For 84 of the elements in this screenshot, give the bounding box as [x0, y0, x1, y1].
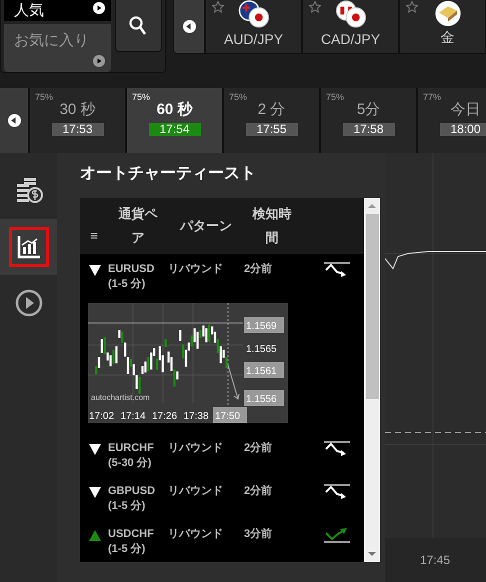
star-icon[interactable] — [309, 1, 321, 13]
detect-time: 2分前 — [244, 442, 272, 454]
pair-name: EURUSD — [108, 263, 154, 276]
column-header[interactable]: 通貨ペア — [116, 202, 160, 250]
pattern-row[interactable]: USDCHF (1-5 分) リバウンド 3分前 — [80, 519, 364, 562]
expiry-label: 30 秒 — [60, 100, 96, 119]
detect-time: 3分前 — [244, 528, 272, 540]
pair-name: USDCHF — [108, 528, 154, 540]
payout-label: 75% — [35, 92, 54, 102]
pattern-name: リバウンド — [168, 528, 223, 540]
column-header[interactable]: ≡ — [84, 224, 104, 248]
play-icon — [92, 2, 104, 14]
asset-label: 金 — [440, 29, 454, 47]
period-label: (5-30 分) — [108, 457, 152, 470]
coins-icon[interactable] — [14, 178, 42, 204]
period-label: (1-5 分) — [108, 500, 146, 512]
expiry-label: 5分 — [356, 100, 380, 119]
pattern-row[interactable]: EURUSD (1-5 分) リバウンド 2分前 — [80, 254, 364, 298]
pattern-name: リバウンド — [168, 442, 223, 454]
play-icon[interactable] — [14, 289, 42, 317]
pair-name: GBPUSD — [108, 485, 156, 498]
payout-label: 77% — [423, 92, 442, 102]
period-label: (1-5 分) — [108, 543, 146, 556]
time-label: 17:02 — [89, 411, 114, 422]
asset-tile[interactable]: 金 — [400, 0, 485, 53]
sidebar-item[interactable] — [0, 219, 57, 275]
search-button[interactable] — [114, 0, 162, 52]
pattern-name: リバウンド — [168, 263, 223, 276]
expiry-tile[interactable]: 77% 今日 18:00 — [418, 88, 486, 153]
payout-label: 75% — [326, 92, 344, 102]
category-tab[interactable]: 人気 — [4, 0, 110, 21]
time-label: 17:14 — [120, 411, 146, 422]
back-button[interactable] — [174, 0, 204, 53]
panel-title: オートチャーティースト — [80, 164, 257, 184]
scrollbar[interactable] — [364, 198, 380, 562]
expiry-time: 17:58 — [342, 123, 394, 136]
play-icon — [92, 55, 104, 67]
expiry-time: 17:54 — [148, 123, 200, 136]
pattern-icon — [324, 262, 350, 278]
axis-time-label: 17:45 — [420, 553, 450, 567]
category-tab[interactable]: お気に入り — [4, 24, 110, 72]
expiry-tile[interactable]: 75% 60 秒 17:54 — [127, 88, 222, 153]
star-icon[interactable] — [212, 1, 224, 13]
time-label: 17:26 — [152, 411, 178, 422]
star-icon[interactable] — [406, 1, 418, 13]
expiry-tile[interactable]: 75% 30 秒 17:53 — [30, 88, 125, 153]
expiry-label: 今日 — [450, 100, 480, 119]
price-label: 1.1556 — [246, 394, 277, 406]
detect-time: 2分前 — [244, 263, 272, 276]
time-label: 17:38 — [184, 411, 209, 422]
pattern-icon — [324, 527, 350, 544]
price-label: 1.1565 — [246, 344, 277, 356]
expiry-label: 60 秒 — [156, 100, 192, 119]
expiry-time: 17:53 — [52, 123, 104, 136]
pattern-icon — [324, 441, 350, 458]
pattern-name: リバウンド — [168, 485, 223, 498]
scroll-down-icon[interactable] — [368, 552, 376, 556]
detect-time: 2分前 — [244, 485, 272, 498]
forecast-arrow — [228, 364, 240, 400]
price-label: 1.1561 — [246, 366, 277, 378]
asset-label: AUD/JPY — [224, 31, 284, 47]
pair-name: EURCHF — [108, 442, 154, 454]
pattern-icon — [324, 484, 350, 500]
search-icon — [129, 16, 148, 36]
payout-label: 75% — [132, 92, 150, 102]
period-label: (1-5 分) — [108, 278, 146, 290]
expiry-tile[interactable]: 75% 5分 17:58 — [321, 88, 416, 153]
pattern-row[interactable]: GBPUSD (1-5 分) リバウンド 2分前 — [80, 476, 364, 520]
time-label: 17:50 — [215, 411, 240, 422]
chart-icon[interactable] — [16, 235, 40, 259]
expiry-label: 2 分 — [258, 100, 286, 119]
back-button[interactable] — [0, 88, 28, 153]
column-header[interactable]: パターン — [171, 214, 241, 238]
expiry-time: 18:00 — [440, 123, 486, 136]
expiry-time: 17:55 — [246, 123, 298, 136]
source-label: autochartist.com — [91, 393, 150, 402]
price-label: 1.1569 — [246, 321, 277, 332]
pattern-row[interactable]: EURCHF (5-30 分) リバウンド 2分前 — [80, 433, 364, 476]
asset-tile[interactable]: CAD/JPY — [303, 0, 398, 53]
expiry-tile[interactable]: 75% 2 分 17:55 — [224, 88, 319, 153]
payout-label: 75% — [229, 92, 248, 102]
asset-tile[interactable]: AUD/JPY — [206, 0, 301, 53]
asset-label: CAD/JPY — [320, 31, 380, 47]
column-header[interactable]: 検知時間 — [250, 202, 294, 250]
